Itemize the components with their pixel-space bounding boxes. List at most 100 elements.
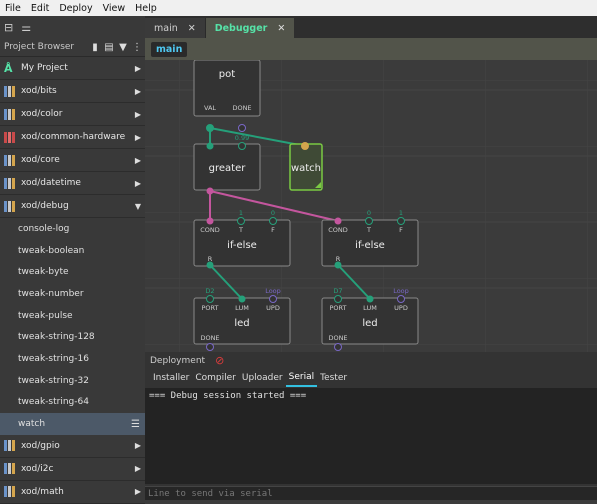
pin-value: 0 — [271, 209, 275, 217]
sidebar-item-xod-i2c[interactable]: xod/i2c ▶ — [0, 458, 145, 481]
deployment-title: Deployment — [150, 355, 206, 366]
node-item-label: tweak-string-64 — [18, 397, 89, 408]
pin-in[interactable] — [238, 142, 246, 150]
node-item-tweak-pulse[interactable]: tweak-pulse — [0, 305, 145, 327]
chevron-right-icon[interactable]: ▶ — [131, 179, 145, 188]
node-item-label: tweak-string-32 — [18, 375, 89, 386]
filter-icon[interactable]: ▼ — [117, 42, 129, 53]
tab-installer[interactable]: Installer — [150, 369, 192, 386]
chevron-right-icon[interactable]: ▶ — [131, 87, 145, 96]
pin-r[interactable] — [334, 261, 342, 269]
pin-lum[interactable] — [238, 295, 246, 303]
pin-value: Loop — [393, 287, 409, 295]
tab-debugger[interactable]: Debugger ✕ — [205, 18, 295, 38]
tab-bar: main ✕ Debugger ✕ — [145, 16, 597, 38]
chevron-right-icon[interactable]: ▶ — [131, 133, 145, 142]
sliders-icon[interactable]: ⚌ — [21, 21, 31, 34]
menu-file[interactable]: File — [0, 3, 26, 14]
node-item-console-log[interactable]: console-log — [0, 218, 145, 240]
breadcrumb-bar: main — [145, 38, 597, 60]
pin-t[interactable] — [237, 217, 245, 225]
pin-done[interactable] — [334, 343, 342, 351]
chevron-down-icon[interactable]: ▼ — [131, 202, 145, 211]
new-file-icon[interactable]: ▮ — [89, 42, 101, 53]
pin-val[interactable] — [206, 124, 214, 132]
sidebar-toolbar: ⊟ ⚌ — [0, 16, 145, 38]
node-item-watch[interactable]: watch ☰ — [0, 413, 145, 435]
pin-r[interactable] — [206, 261, 214, 269]
menu-deploy[interactable]: Deploy — [54, 3, 97, 14]
pin-f[interactable] — [269, 217, 277, 225]
node-item-tweak-byte[interactable]: tweak-byte — [0, 261, 145, 283]
pin-f[interactable] — [397, 217, 405, 225]
pin-done[interactable] — [238, 124, 246, 132]
sidebar-item-xod-color[interactable]: xod/color ▶ — [0, 103, 145, 126]
node-item-tweak-string-32[interactable]: tweak-string-32 — [0, 370, 145, 392]
pin-label: F — [399, 226, 403, 234]
stop-icon[interactable]: ⊘ — [215, 354, 224, 367]
patch-graph[interactable]: pot VAL DONE 0.99 greater watch 1 0 COND… — [145, 60, 597, 352]
pin-cond[interactable] — [334, 217, 342, 225]
pin-label: T — [366, 226, 371, 234]
more-icon[interactable]: ⋮ — [131, 42, 143, 53]
pin-t[interactable] — [365, 217, 373, 225]
pin-port[interactable] — [334, 295, 342, 303]
serial-input[interactable]: Line to send via serial — [145, 486, 597, 500]
node-watch[interactable]: watch — [289, 142, 323, 191]
chevron-right-icon[interactable]: ▶ — [131, 156, 145, 165]
close-icon[interactable]: ✕ — [188, 23, 196, 34]
chevron-right-icon[interactable]: ▶ — [131, 64, 145, 73]
pin-upd[interactable] — [269, 295, 277, 303]
sidebar-item-my-project[interactable]: Å My Project ▶ — [0, 57, 145, 80]
project-browser-title: Project Browser — [4, 42, 75, 52]
pin-in[interactable] — [206, 142, 214, 150]
node-item-tweak-boolean[interactable]: tweak-boolean — [0, 240, 145, 262]
node-item-label: tweak-string-128 — [18, 332, 95, 343]
breadcrumb[interactable]: main — [151, 41, 188, 57]
node-item-label: console-log — [18, 223, 70, 234]
node-led-1[interactable]: D2 Loop PORT LUM UPD led DONE — [193, 287, 291, 351]
close-icon[interactable]: ✕ — [277, 23, 285, 34]
chevron-right-icon[interactable]: ▶ — [131, 110, 145, 119]
new-folder-icon[interactable]: ▤ — [103, 42, 115, 53]
tab-compiler[interactable]: Compiler — [192, 369, 239, 386]
tab-tester[interactable]: Tester — [317, 369, 350, 386]
tab-uploader[interactable]: Uploader — [239, 369, 286, 386]
pin-lum[interactable] — [366, 295, 374, 303]
node-item-label: tweak-boolean — [18, 245, 85, 256]
menu-icon[interactable]: ☰ — [131, 419, 145, 430]
pin-cond[interactable] — [206, 217, 214, 225]
tab-main[interactable]: main ✕ — [145, 18, 206, 38]
library-icon — [4, 108, 17, 120]
pin-out[interactable] — [206, 187, 214, 195]
sidebar-item-label: xod/common-hardware — [21, 132, 126, 142]
pin-done[interactable] — [206, 343, 214, 351]
node-item-tweak-string-16[interactable]: tweak-string-16 — [0, 348, 145, 370]
pin-in[interactable] — [301, 142, 309, 150]
node-item-tweak-number[interactable]: tweak-number — [0, 283, 145, 305]
node-item-tweak-string-64[interactable]: tweak-string-64 — [0, 392, 145, 414]
menu-edit[interactable]: Edit — [26, 3, 54, 14]
menu-help[interactable]: Help — [130, 3, 162, 14]
pin-label: PORT — [329, 304, 346, 312]
layout-tree-icon[interactable]: ⊟ — [4, 21, 13, 34]
sidebar-item-xod-datetime[interactable]: xod/datetime ▶ — [0, 172, 145, 195]
node-led-2[interactable]: D7 Loop PORT LUM UPD led DONE — [321, 287, 419, 351]
pin-upd[interactable] — [397, 295, 405, 303]
chevron-right-icon[interactable]: ▶ — [131, 441, 145, 450]
patch-canvas[interactable]: pot VAL DONE 0.99 greater watch 1 0 COND… — [145, 60, 597, 352]
pin-label: F — [271, 226, 275, 234]
pin-port[interactable] — [206, 295, 214, 303]
node-item-tweak-string-128[interactable]: tweak-string-128 — [0, 326, 145, 348]
sidebar-item-xod-core[interactable]: xod/core ▶ — [0, 149, 145, 172]
sidebar-item-xod-debug[interactable]: xod/debug ▼ — [0, 195, 145, 218]
chevron-right-icon[interactable]: ▶ — [131, 487, 145, 496]
tab-serial[interactable]: Serial — [285, 368, 318, 387]
sidebar-item-xod-gpio[interactable]: xod/gpio ▶ — [0, 435, 145, 458]
sidebar-item-xod-bits[interactable]: xod/bits ▶ — [0, 80, 145, 103]
sidebar-item-label: xod/i2c — [21, 463, 54, 474]
menu-view[interactable]: View — [98, 3, 131, 14]
sidebar-item-xod-common-hardware[interactable]: xod/common-hardware ▶ — [0, 126, 145, 149]
sidebar-item-xod-math[interactable]: xod/math ▶ — [0, 481, 145, 504]
chevron-right-icon[interactable]: ▶ — [131, 464, 145, 473]
